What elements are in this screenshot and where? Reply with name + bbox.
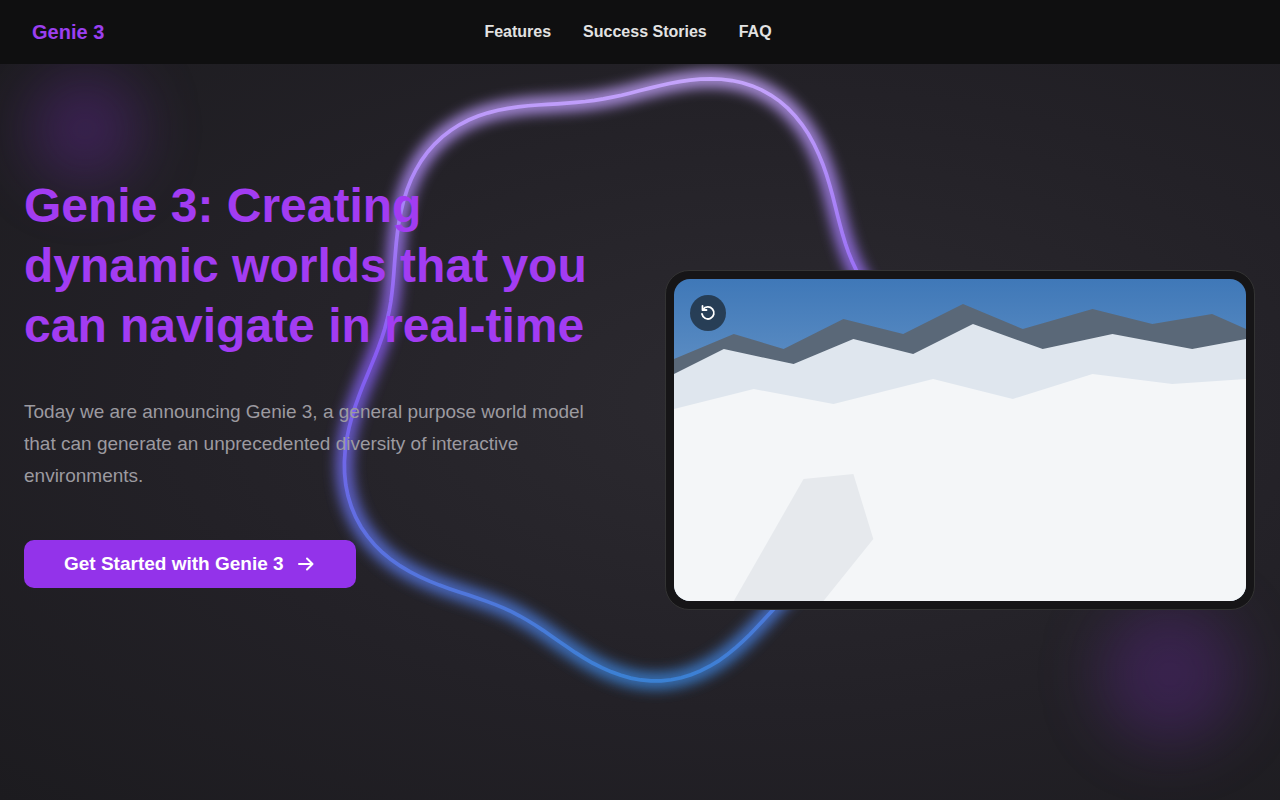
video-column — [665, 64, 1255, 800]
replay-icon — [698, 303, 718, 323]
nav-link[interactable]: Success Stories — [583, 23, 707, 41]
replay-button[interactable] — [690, 295, 726, 331]
page: Genie 3FeaturesSuccess StoriesFAQGenie 3… — [0, 0, 1280, 800]
video-frame — [665, 270, 1255, 610]
nav-link[interactable]: Features — [484, 23, 551, 41]
hero-title: Genie 3: Creating dynamic worlds that yo… — [24, 176, 594, 356]
glow-blob — [30, 74, 140, 184]
get-started-label: Get Started with Genie 3 — [64, 553, 284, 575]
nav: Features Success Stories FAQ — [208, 23, 1048, 41]
arrow-right-icon — [296, 554, 316, 574]
get-started-button[interactable]: Get Started with Genie 3 — [24, 540, 356, 588]
hero-copy: Genie 3: Creating dynamic worlds that yo… — [24, 64, 624, 800]
hero-description: Today we are announcing Genie 3, a gener… — [24, 396, 614, 492]
hero: Genie 3: Creating dynamic worlds that yo… — [0, 64, 1280, 800]
snow-scene — [674, 279, 1246, 601]
glow-blob — [1100, 604, 1240, 744]
logo[interactable]: Genie 3 — [32, 21, 232, 44]
nav-link[interactable]: FAQ — [739, 23, 772, 41]
video-picture[interactable] — [674, 279, 1246, 601]
top-bar: Genie 3 Features Success Stories FAQ — [0, 0, 1280, 64]
